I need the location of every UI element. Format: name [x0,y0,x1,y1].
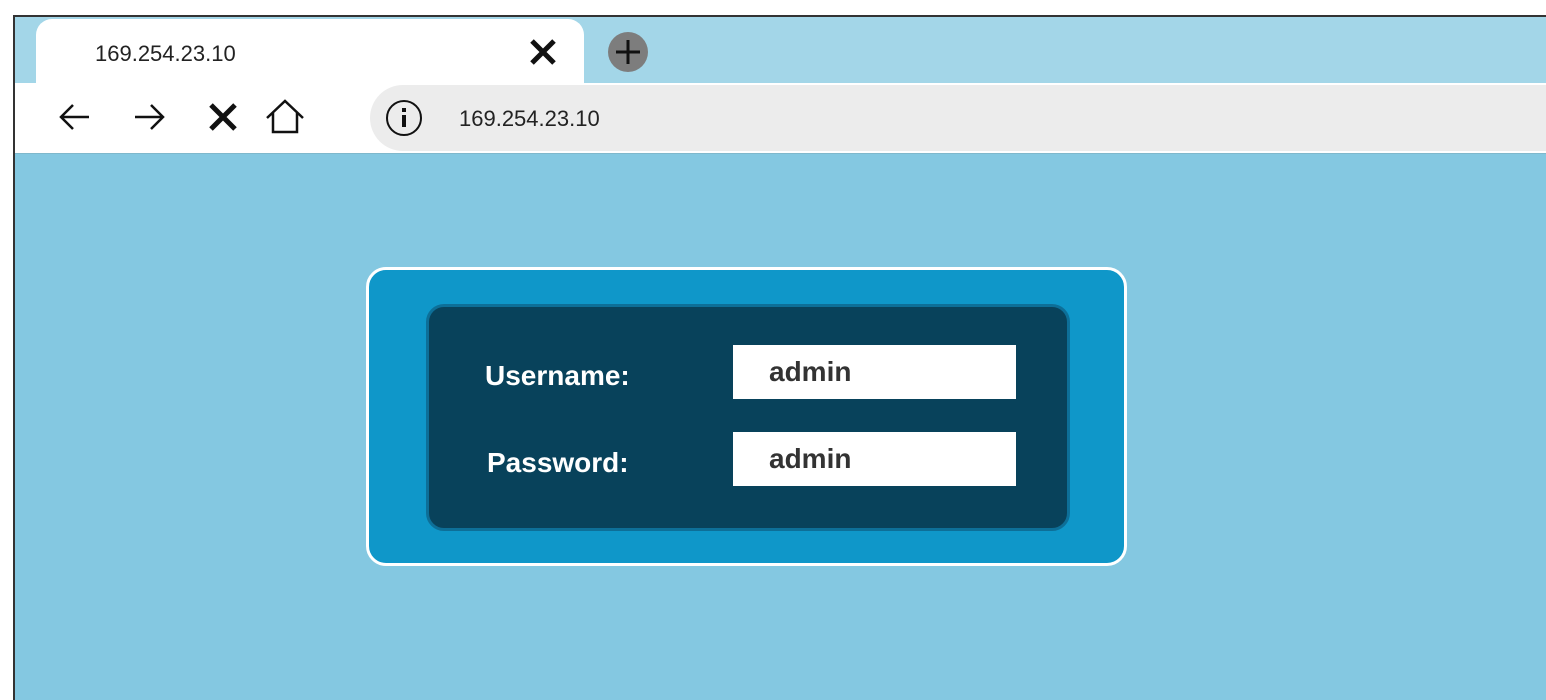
new-tab-plus-icon[interactable] [607,31,649,73]
home-icon[interactable] [263,95,307,139]
address-bar-url[interactable]: 169.254.23.10 [459,106,600,132]
password-label: Password: [487,447,629,478]
tab-close-icon[interactable] [527,36,559,68]
browser-window: 169.254.23.10 169.254.23.10 Username: ad… [13,15,1546,700]
username-input[interactable] [733,345,1016,399]
tab-strip: 169.254.23.10 [15,17,1546,85]
password-input[interactable] [733,432,1016,486]
login-form: Username: Password: [426,304,1070,531]
address-bar[interactable]: 169.254.23.10 [370,85,1546,151]
info-icon[interactable] [385,99,423,137]
back-arrow-icon[interactable] [53,95,97,139]
username-label: Username: [485,360,630,391]
stop-close-icon[interactable] [201,95,245,139]
login-panel: Username: Password: [366,267,1127,566]
tab-title: 169.254.23.10 [95,41,236,66]
browser-tab[interactable]: 169.254.23.10 [36,19,584,85]
browser-toolbar: 169.254.23.10 [15,83,1546,154]
forward-arrow-icon[interactable] [127,95,171,139]
